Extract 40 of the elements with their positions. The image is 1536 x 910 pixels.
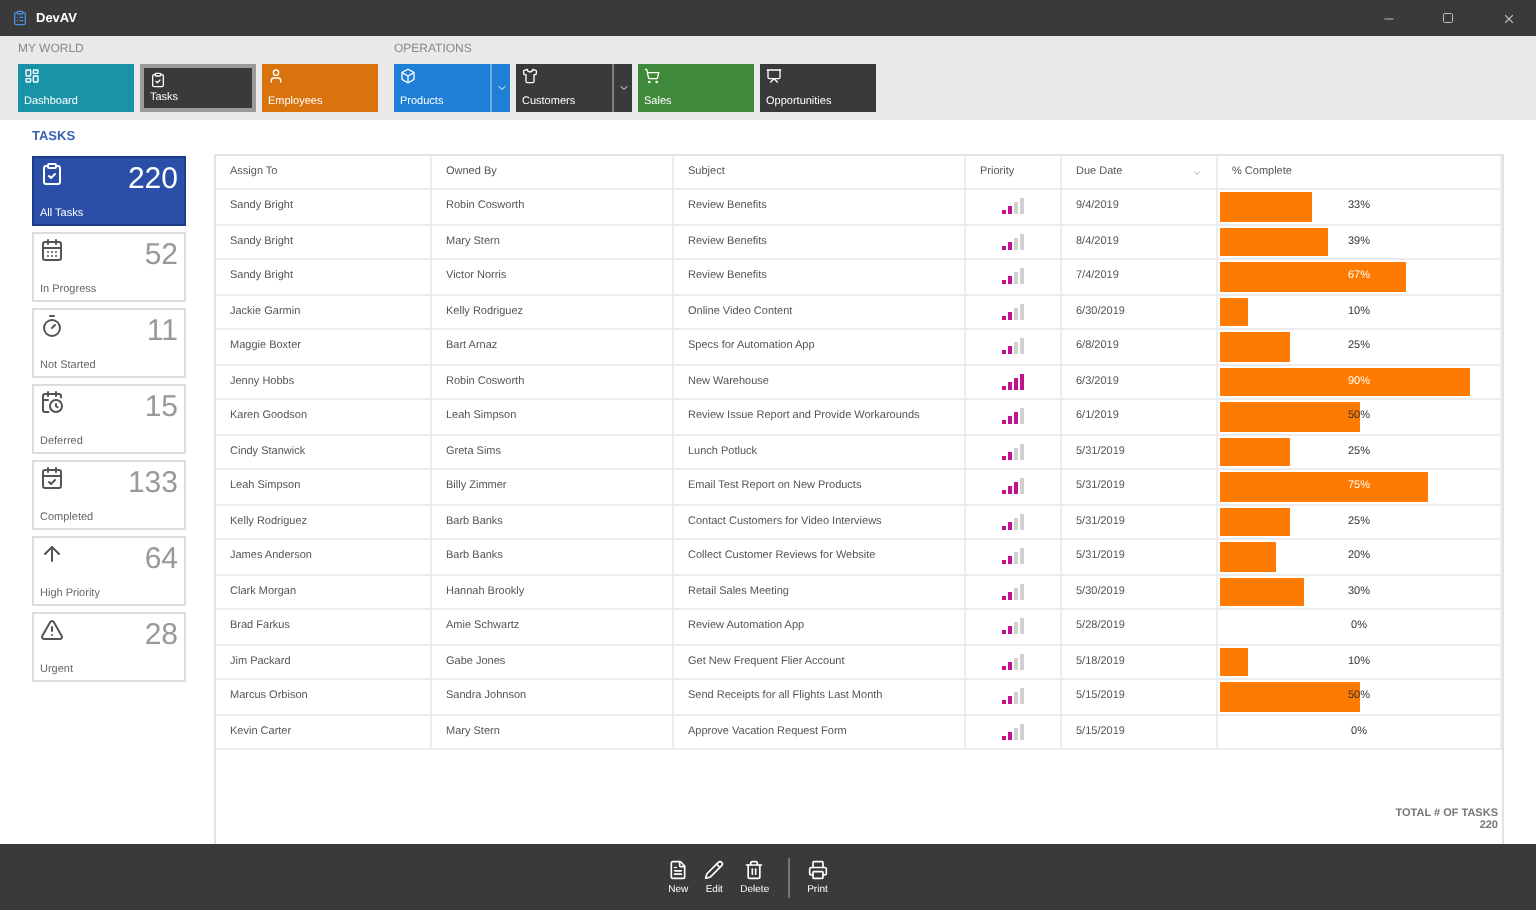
arrow-up-icon [40,542,64,566]
calendar-clock-icon [40,390,64,414]
priority-icon [1002,268,1024,285]
dashboard-icon [24,68,40,84]
priority-icon [1002,303,1024,320]
cart-icon [644,68,660,84]
priority-icon [1002,478,1024,495]
presentation-icon [766,68,782,84]
box-icon [400,68,416,84]
priority-icon [1002,513,1024,530]
shirt-icon [522,68,538,84]
pencil-icon [704,859,725,879]
clipboard-check-icon [40,162,64,186]
priority-icon [1002,723,1024,740]
priority-icon [1002,548,1024,565]
priority-icon [1002,233,1024,250]
person-icon [268,68,284,84]
dropdown-caret-icon[interactable] [490,64,510,112]
priority-icon [1002,443,1024,460]
priority-icon [1002,408,1024,425]
document-icon [668,859,689,879]
calendar-icon [40,238,64,262]
warning-icon [40,618,64,642]
priority-icon [1002,373,1024,390]
dropdown-caret-icon[interactable] [612,64,632,112]
priority-icon [1002,198,1024,215]
stopwatch-icon [40,314,64,338]
calendar-check-icon [40,466,64,490]
priority-icon [1002,688,1024,705]
close-icon[interactable] [1501,11,1515,25]
clipboard-check-icon [150,72,166,88]
priority-icon [1002,618,1024,635]
app-logo-icon [12,10,28,26]
print-icon [807,859,828,879]
priority-icon [1002,583,1024,600]
sort-icon [1192,167,1202,177]
maximize-icon[interactable] [1442,12,1454,24]
priority-icon [1002,653,1024,670]
trash-icon [744,859,765,879]
priority-icon [1002,338,1024,355]
